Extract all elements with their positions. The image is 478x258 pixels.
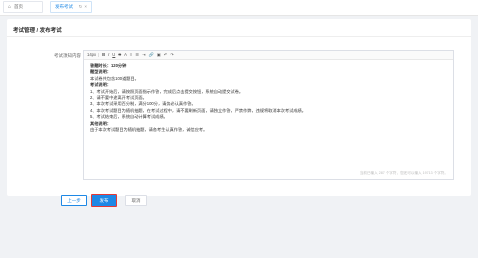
refresh-icon[interactable]: ↻ [79,4,83,10]
underline-button[interactable]: U [112,52,115,57]
tab-home[interactable]: ⌂ 首页 [3,1,43,13]
redo-icon[interactable]: ↷ [170,52,174,57]
image-icon[interactable]: ▣ [157,52,161,57]
tab-bar: ⌂ 首页 发布考试 ↻ × [0,0,478,16]
tab-publish-exam-label: 发布考试 [55,4,73,9]
align-button[interactable]: ☰ [135,52,139,57]
exam-notice-label: 考试须知内容 [54,53,81,58]
strike-button[interactable]: S [118,52,121,57]
divider [7,36,471,37]
tab-home-label: 首页 [14,4,24,9]
page-title: 考试管理 / 发布考试 [13,28,62,34]
editor-toolbar: 14px B I U S A ≡ ☰ ⇥ 🔗 ▣ ↶ ↷ [84,51,453,60]
cancel-button[interactable]: 取消 [125,195,147,206]
indent-button[interactable]: ⇥ [142,52,146,57]
font-size-select[interactable]: 14px [87,52,100,58]
editor-line: 由于本次考试题目为随机抽题，请各考生认真作答，诚信应考。 [90,127,208,133]
rich-text-editor[interactable]: 14px B I U S A ≡ ☰ ⇥ 🔗 ▣ ↶ ↷ 答题时长：120分钟题… [83,50,454,180]
font-color-button[interactable]: A [124,52,127,57]
undo-icon[interactable]: ↶ [164,52,168,57]
close-icon[interactable]: × [84,4,87,10]
main-card: 考试管理 / 发布考试 考试须知内容 14px B I U S A ≡ ☰ ⇥ … [7,19,471,207]
home-icon: ⌂ [8,3,12,10]
editor-content[interactable]: 答题时长：120分钟 题型说明： 本试卷共包含100道题目。 考试说明： 1、考试开始后… [90,63,446,133]
prev-step-button[interactable]: 上一步 [61,195,87,206]
italic-button[interactable]: I [108,52,109,57]
bold-button[interactable]: B [102,52,105,57]
publish-button[interactable]: 发布 [91,194,117,207]
char-count: 当前已输入 287 个字符，您还可以输入 19713 个字符。 [359,171,448,175]
link-icon[interactable]: 🔗 [149,52,154,57]
tab-publish-exam[interactable]: 发布考试 ↻ × [50,1,92,13]
list-button[interactable]: ≡ [130,52,132,57]
